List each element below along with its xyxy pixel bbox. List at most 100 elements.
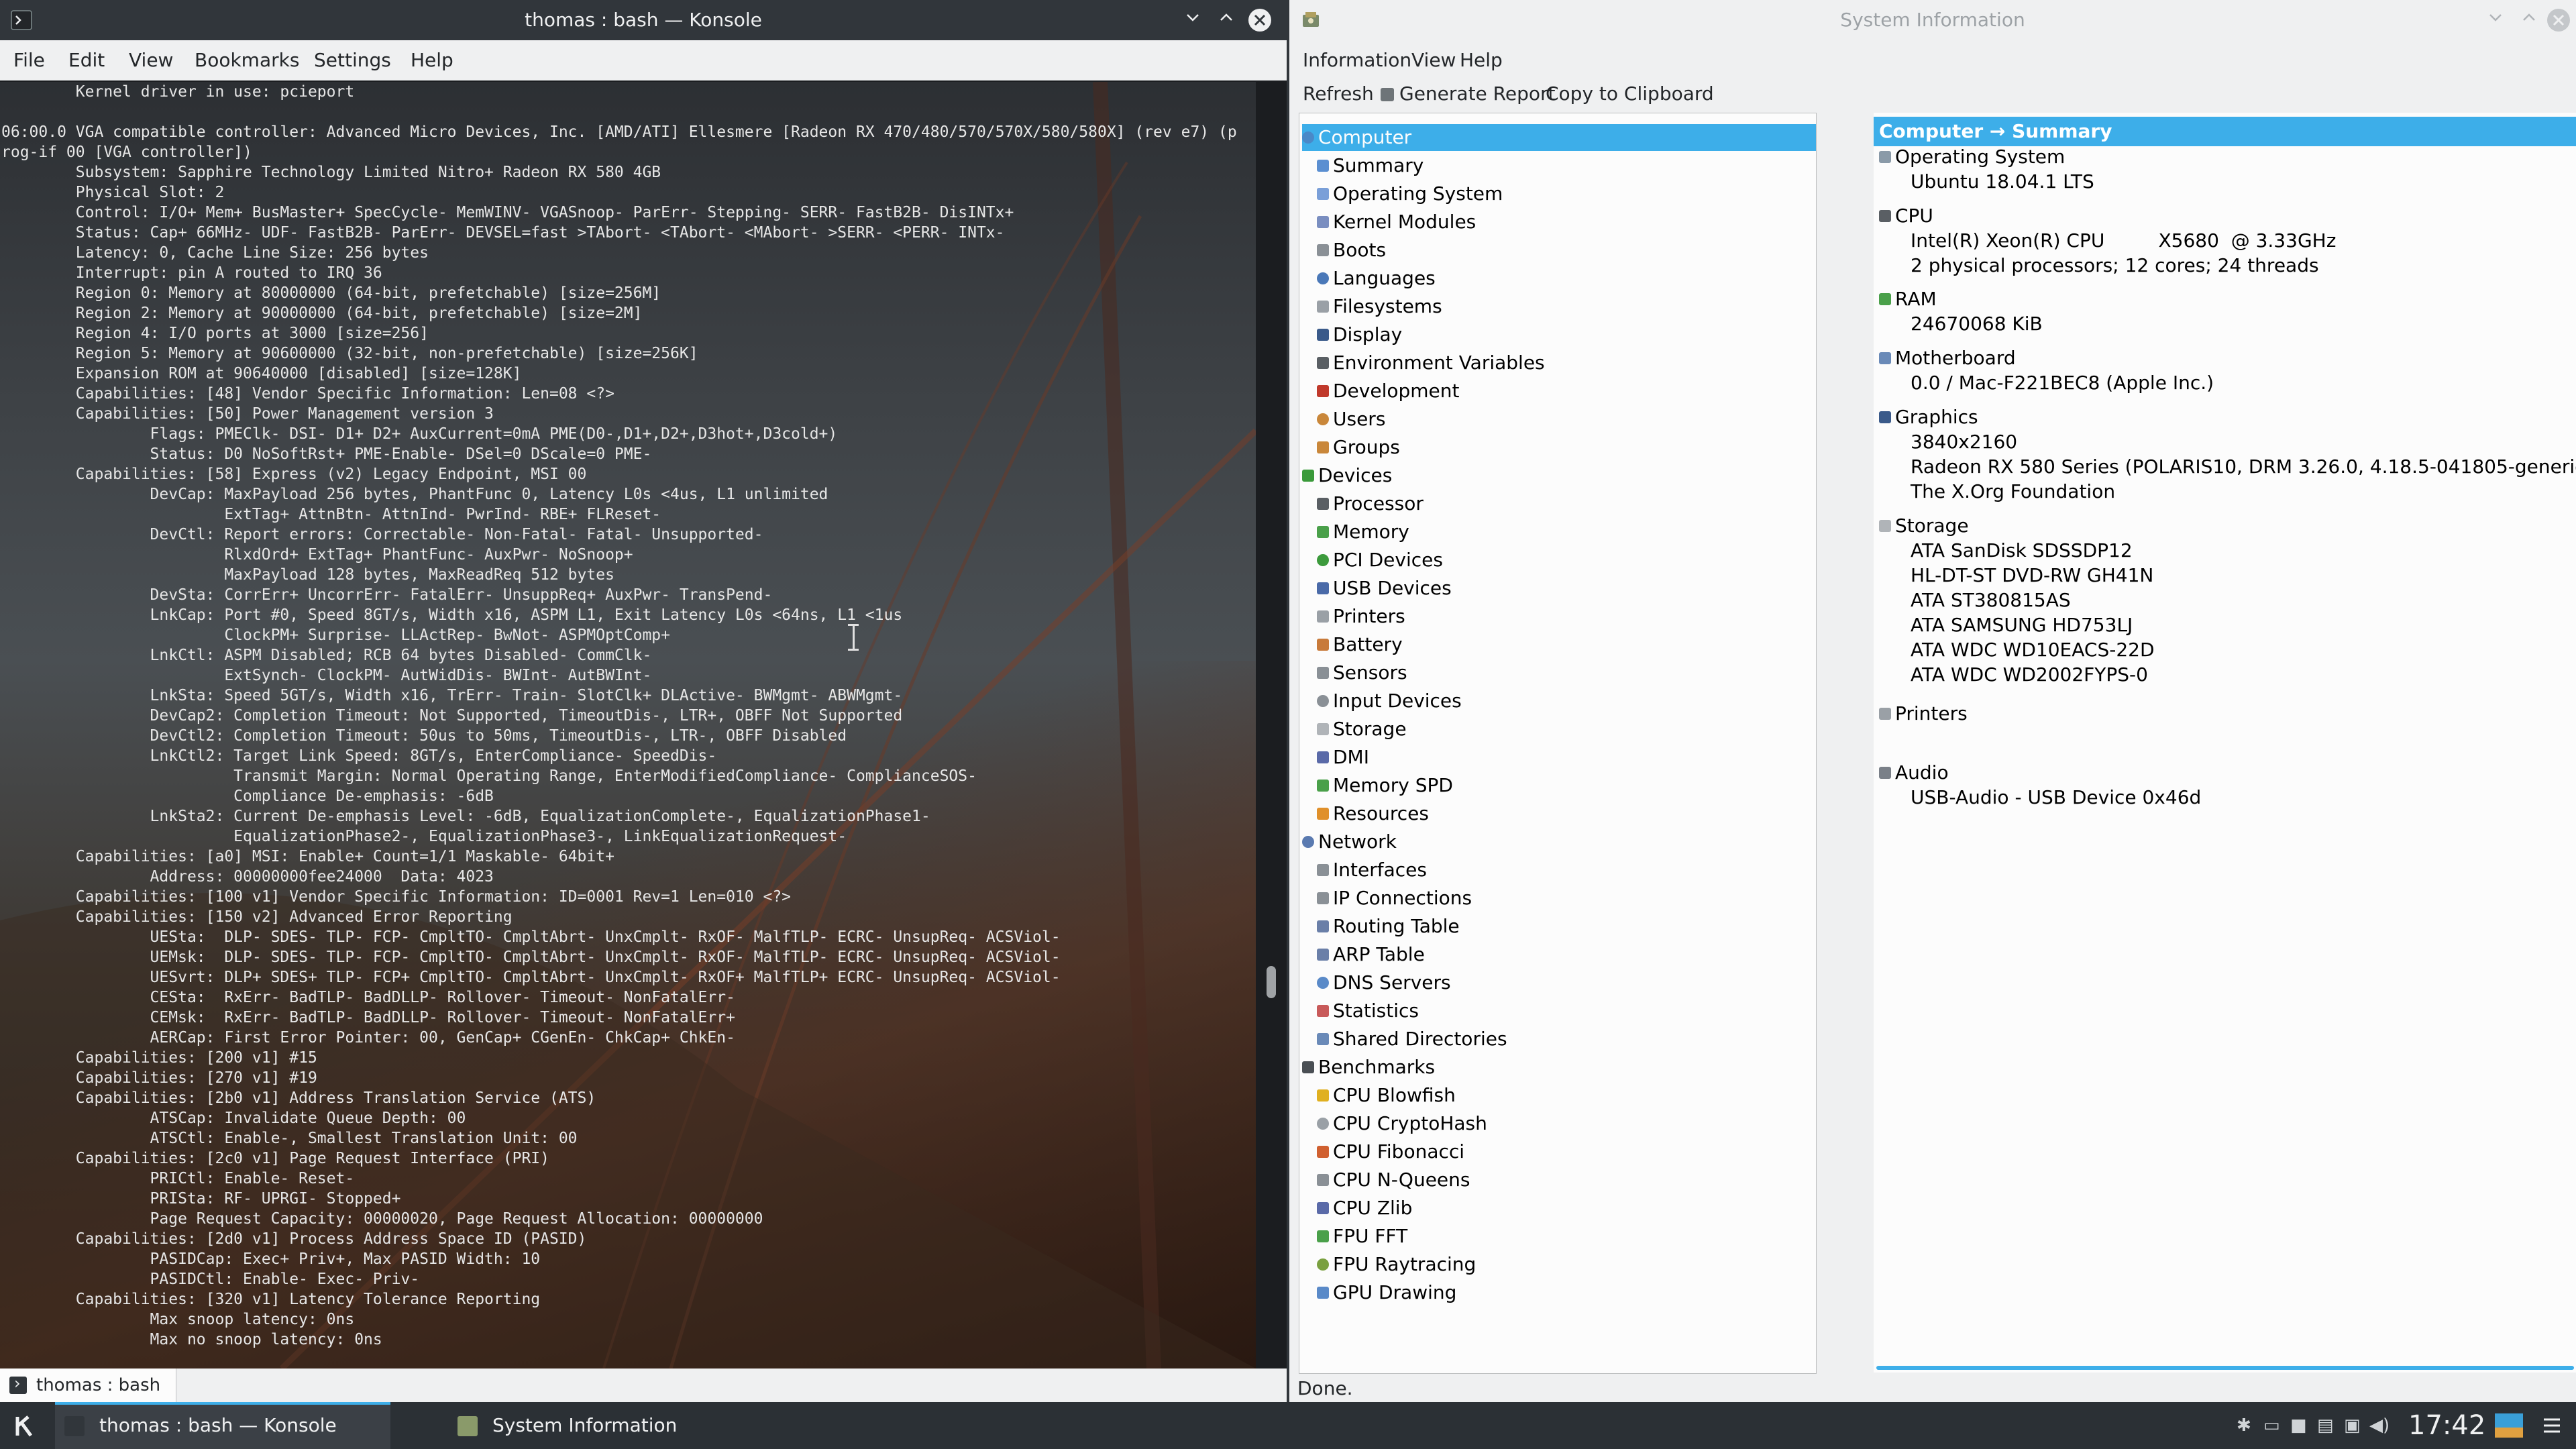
terminal-line: RlxdOrd+ ExtTag+ PhantFunc- AuxPwr- NoSn… bbox=[1, 546, 633, 564]
copy-to-clipboard-button[interactable]: Copy to Clipboard bbox=[1546, 78, 1714, 110]
tree-item-boots[interactable]: Boots bbox=[1317, 237, 1386, 264]
tree-item-cpu-cryptohash[interactable]: CPU CryptoHash bbox=[1317, 1110, 1487, 1137]
task-system-information[interactable]: System Information bbox=[451, 1402, 800, 1449]
terminal-line: LnkCtl2: Target Link Speed: 8GT/s, Enter… bbox=[1, 747, 717, 765]
tree-item-cpu-fibonacci[interactable]: CPU Fibonacci bbox=[1317, 1138, 1464, 1165]
desktop-preview-icon[interactable] bbox=[2494, 1413, 2524, 1438]
scrollbar-thumb[interactable] bbox=[1267, 966, 1276, 998]
tree-item-usb-devices[interactable]: USB Devices bbox=[1317, 575, 1452, 602]
tree-item-processor[interactable]: Processor bbox=[1317, 490, 1424, 517]
tree-item-cpu-zlib[interactable]: CPU Zlib bbox=[1317, 1195, 1412, 1222]
bluetooth-icon[interactable]: ✱ bbox=[2237, 1402, 2251, 1449]
application-launcher-icon[interactable] bbox=[11, 1413, 38, 1440]
tree-item-fpu-raytracing[interactable]: FPU Raytracing bbox=[1317, 1251, 1476, 1278]
konsole-titlebar[interactable]: thomas : bash — Konsole bbox=[0, 0, 1287, 40]
terminal-line: 06:00.0 VGA compatible controller: Advan… bbox=[1, 123, 1237, 141]
tree-item-resources[interactable]: Resources bbox=[1317, 800, 1429, 827]
terminal-line: Capabilities: [50] Power Management vers… bbox=[1, 405, 494, 423]
terminal-line: UEMsk: DLP- SDES- TLP- FCP- CmpltTO- Cmp… bbox=[1, 949, 1061, 966]
menu-help[interactable]: Help bbox=[1460, 40, 1503, 80]
tree-item-printers[interactable]: Printers bbox=[1317, 603, 1405, 630]
clipboard-icon[interactable]: ▤ bbox=[2317, 1402, 2334, 1449]
tree-item-computer[interactable]: Computer bbox=[1302, 124, 1816, 151]
tree-item-memory-spd[interactable]: Memory SPD bbox=[1317, 772, 1453, 799]
tree-item-cpu-blowfish[interactable]: CPU Blowfish bbox=[1317, 1082, 1456, 1109]
tree-item-arp-table[interactable]: ARP Table bbox=[1317, 941, 1425, 968]
close-button[interactable] bbox=[2546, 8, 2571, 32]
lock-icon[interactable]: ■ bbox=[2290, 1402, 2307, 1449]
menu-file[interactable]: File bbox=[13, 40, 45, 80]
tree-item-interfaces[interactable]: Interfaces bbox=[1317, 857, 1427, 883]
tree-item-development[interactable]: Development bbox=[1317, 378, 1460, 405]
tree-item-benchmarks[interactable]: Benchmarks bbox=[1302, 1054, 1435, 1081]
tab-bash[interactable]: thomas : bash bbox=[0, 1368, 176, 1402]
close-button[interactable] bbox=[1248, 8, 1272, 32]
menu-edit[interactable]: Edit bbox=[68, 40, 105, 80]
minimize-button[interactable] bbox=[2483, 8, 2508, 32]
report-icon bbox=[1381, 88, 1394, 101]
menu-view[interactable]: View bbox=[1411, 40, 1456, 80]
tree-item-battery[interactable]: Battery bbox=[1317, 631, 1403, 658]
volume-icon[interactable]: ◀) bbox=[2369, 1402, 2390, 1449]
dns-servers-icon bbox=[1317, 977, 1329, 989]
terminal-scrollbar[interactable] bbox=[1258, 82, 1285, 1368]
clock[interactable]: 17:42 bbox=[2408, 1402, 2485, 1449]
tree-item-memory[interactable]: Memory bbox=[1317, 519, 1409, 545]
menu-icon[interactable] bbox=[2542, 1417, 2561, 1434]
terminal-line: Transmit Margin: Normal Operating Range,… bbox=[1, 767, 977, 785]
tree-item-network[interactable]: Network bbox=[1302, 828, 1397, 855]
task-konsole[interactable]: thomas : bash — Konsole bbox=[55, 1402, 390, 1449]
tree-item-filesystems[interactable]: Filesystems bbox=[1317, 293, 1442, 320]
tree-item-summary[interactable]: Summary bbox=[1317, 152, 1424, 179]
category-tree[interactable]: Computer Summary Operating System Kernel Mo… bbox=[1299, 113, 1817, 1374]
tree-item-label: Development bbox=[1333, 380, 1460, 402]
tree-item-label: PCI Devices bbox=[1333, 549, 1443, 571]
terminal-line: Capabilities: [100 v1] Vendor Specific I… bbox=[1, 888, 792, 906]
minimize-button[interactable] bbox=[1181, 8, 1205, 32]
tree-item-pci-devices[interactable]: PCI Devices bbox=[1317, 547, 1443, 574]
tree-item-storage[interactable]: Storage bbox=[1317, 716, 1407, 743]
menu-view[interactable]: View bbox=[129, 40, 173, 80]
tree-item-kernel-modules[interactable]: Kernel Modules bbox=[1317, 209, 1476, 235]
tree-item-operating-system[interactable]: Operating System bbox=[1317, 180, 1503, 207]
tree-item-label: Environment Variables bbox=[1333, 352, 1545, 374]
menu-settings[interactable]: Settings bbox=[314, 40, 391, 80]
maximize-button[interactable] bbox=[1214, 8, 1238, 32]
tree-item-groups[interactable]: Groups bbox=[1317, 434, 1400, 461]
tree-item-dns-servers[interactable]: DNS Servers bbox=[1317, 969, 1451, 996]
tree-item-gpu-drawing[interactable]: GPU Drawing bbox=[1317, 1279, 1456, 1306]
updates-icon[interactable]: ▣ bbox=[2344, 1402, 2361, 1449]
menu-information[interactable]: Information bbox=[1303, 40, 1411, 80]
tree-item-dmi[interactable]: DMI bbox=[1317, 744, 1369, 771]
summary-icon bbox=[1317, 160, 1329, 172]
tree-item-routing-table[interactable]: Routing Table bbox=[1317, 913, 1460, 940]
tree-item-label: USB Devices bbox=[1333, 577, 1452, 599]
terminal-line: LnkSta: Speed 5GT/s, Width x16, TrErr- T… bbox=[1, 687, 903, 704]
terminal-output[interactable]: Kernel driver in use: pcieport 06:00.0 VG… bbox=[0, 82, 1256, 1368]
tree-item-shared-directories[interactable]: Shared Directories bbox=[1317, 1026, 1507, 1053]
generate-report-button[interactable]: Generate Report bbox=[1381, 78, 1556, 110]
tree-item-sensors[interactable]: Sensors bbox=[1317, 659, 1407, 686]
maximize-button[interactable] bbox=[2517, 8, 2541, 32]
menu-help[interactable]: Help bbox=[411, 40, 453, 80]
tree-item-languages[interactable]: Languages bbox=[1317, 265, 1436, 292]
tree-item-statistics[interactable]: Statistics bbox=[1317, 998, 1419, 1024]
tree-item-users[interactable]: Users bbox=[1317, 406, 1385, 433]
sysinfo-titlebar[interactable]: System Information bbox=[1289, 0, 2576, 40]
tree-item-label: Devices bbox=[1318, 464, 1393, 486]
terminal-line: Subsystem: Sapphire Technology Limited N… bbox=[1, 164, 661, 181]
tree-item-display[interactable]: Display bbox=[1317, 321, 1402, 348]
tree-item-cpu-n-queens[interactable]: CPU N-Queens bbox=[1317, 1167, 1470, 1193]
refresh-button[interactable]: Refresh bbox=[1303, 78, 1374, 110]
menu-bookmarks[interactable]: Bookmarks bbox=[195, 40, 299, 80]
network-icon[interactable]: ▭ bbox=[2263, 1402, 2280, 1449]
tree-item-devices[interactable]: Devices bbox=[1302, 462, 1392, 489]
tree-item-ip-connections[interactable]: IP Connections bbox=[1317, 885, 1472, 912]
tree-item-fpu-fft[interactable]: FPU FFT bbox=[1317, 1223, 1407, 1250]
terminal-line: Control: I/O+ Mem+ BusMaster+ SpecCycle-… bbox=[1, 204, 1014, 221]
fpu-raytracing-icon bbox=[1317, 1258, 1329, 1271]
tree-item-label: Operating System bbox=[1333, 182, 1503, 205]
tree-item-input-devices[interactable]: Input Devices bbox=[1317, 688, 1462, 714]
tree-item-environment-variables[interactable]: Environment Variables bbox=[1317, 350, 1545, 376]
konsole-window[interactable]: thomas : bash — Konsole File Edit View B… bbox=[0, 0, 1287, 1402]
